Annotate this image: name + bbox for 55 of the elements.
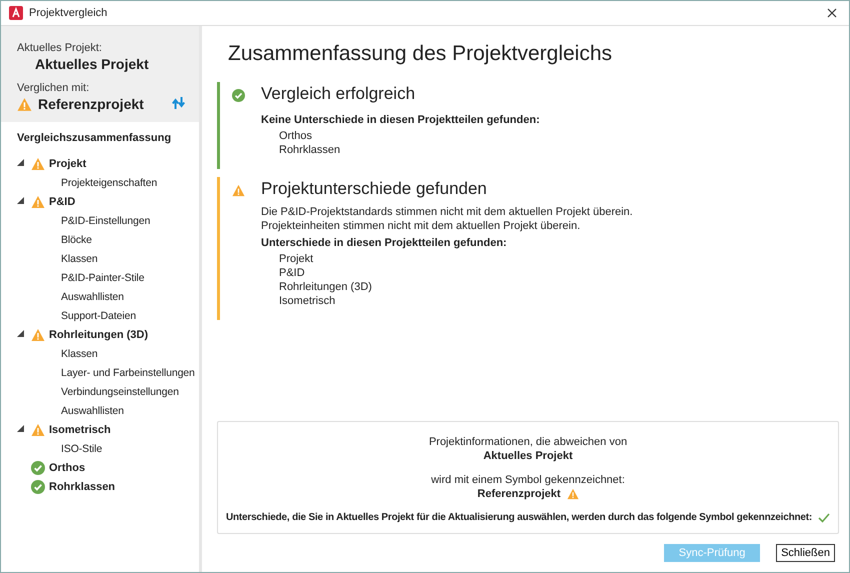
swap-button[interactable]: [172, 96, 185, 112]
tree-child-item[interactable]: Projekteigenschaften: [61, 173, 199, 192]
check-circle-icon: [232, 89, 245, 102]
warning-icon: [232, 184, 245, 197]
list-heading: Unterschiede in diesen Projektteilen gefunden:: [261, 237, 508, 249]
section-message: Projekteinheiten stimmen nicht mit dem aktuellen Projekt überein.: [261, 219, 582, 233]
current-project-name: Aktuelles Projekt: [483, 450, 573, 462]
tree-child-item[interactable]: P&ID-Painter-Stile: [61, 268, 199, 287]
tree-child-item[interactable]: P&ID-Einstellungen: [61, 211, 199, 230]
legend-text: wird mit einem Symbol gekennzeichnet:: [431, 474, 625, 486]
expand-toggle-icon[interactable]: [17, 197, 24, 204]
checkmark-icon: [818, 512, 830, 522]
tree-child-item[interactable]: Verbindungseinstellungen: [61, 382, 199, 401]
tree-child-item[interactable]: ISO-Stile: [61, 439, 199, 458]
current-project-name: Aktuelles Projekt: [35, 56, 150, 72]
tree-item[interactable]: Rohrleitungen (3D): [49, 328, 148, 340]
tree-child-item[interactable]: Auswahllisten: [61, 401, 199, 420]
list-item: Orthos: [278, 129, 314, 143]
expand-toggle-icon[interactable]: [17, 425, 24, 432]
section-message: Die P&ID-Projektstandards stimmen nicht mit dem aktuellen Projekt überein.: [261, 205, 633, 219]
legend-text: Unterschiede, die Sie in Aktuelles Projekt für die Aktualisierung auswählen, werden durch das folgende Symbol gekennzeichnet:: [226, 512, 812, 523]
tree-item[interactable]: P&ID: [49, 196, 76, 208]
reference-project-name: Referenzprojekt: [38, 96, 145, 112]
list-item: Isometrisch: [278, 294, 336, 308]
tree-child-item[interactable]: Blöcke: [61, 230, 199, 249]
tree-child-item[interactable]: Layer- und Farbeinstellungen: [61, 363, 199, 382]
tree-item[interactable]: Rohrklassen: [49, 480, 116, 492]
tree-child-item[interactable]: Auswahllisten: [61, 287, 199, 306]
expand-toggle-icon[interactable]: [17, 159, 24, 166]
legend-text: Projektinformationen, die abweichen von: [428, 436, 628, 448]
tree-child-item[interactable]: Klassen: [61, 344, 199, 363]
list-item: Rohrleitungen (3D): [278, 280, 373, 294]
expand-toggle-icon[interactable]: [17, 330, 24, 337]
list-item: Rohrklassen: [278, 143, 342, 157]
warning-icon: [566, 488, 579, 500]
tree-item[interactable]: Orthos: [49, 462, 86, 474]
summary-title: Zusammenfassung des Projektvergleichs: [228, 42, 614, 66]
swap-arrows-icon: [172, 96, 185, 108]
list-heading: Keine Unterschiede in diesen Projektteilen gefunden:: [261, 114, 540, 126]
reference-project-name: Referenzprojekt: [477, 488, 561, 500]
tree-heading: Vergleichszusammenfassung: [17, 132, 172, 144]
window-title: Projektvergleich: [29, 7, 108, 19]
tree-child-item[interactable]: Klassen: [61, 249, 199, 268]
section-heading: Vergleich erfolgreich: [261, 84, 416, 104]
dialog-button[interactable]: Schließen: [776, 544, 835, 562]
list-item: Projekt: [278, 252, 314, 266]
list-item: P&ID: [278, 266, 306, 280]
section-heading: Projektunterschiede gefunden: [261, 179, 488, 199]
tree-child-item[interactable]: Support-Dateien: [61, 306, 199, 325]
compared-project-label: Verglichen mit:: [17, 82, 90, 94]
close-icon: [827, 8, 837, 18]
current-project-label: Aktuelles Projekt:: [17, 42, 103, 54]
tree-item[interactable]: Isometrisch: [49, 424, 111, 436]
app-logo-icon: [9, 6, 23, 20]
tree-item[interactable]: Projekt: [49, 158, 86, 170]
